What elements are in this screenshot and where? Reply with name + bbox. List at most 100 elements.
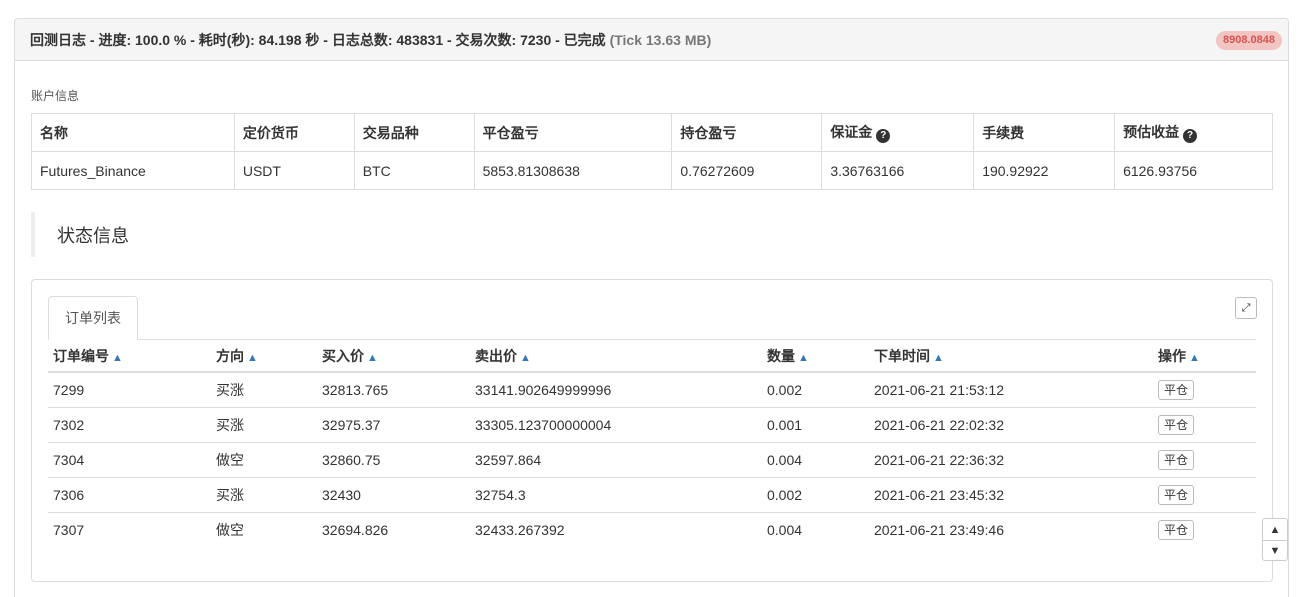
- chevron-up-icon[interactable]: ▲︎: [1263, 519, 1287, 540]
- close-position-button[interactable]: 平仓: [1158, 414, 1195, 435]
- cell-order-id: 7306: [48, 476, 211, 512]
- cell-sell-price: 32433.267392: [470, 511, 762, 547]
- close-position-button[interactable]: 平仓: [1158, 379, 1195, 400]
- cell-realized-pnl: 5853.81308638: [473, 151, 673, 190]
- col-name: 名称: [31, 113, 235, 152]
- col-estimated-profit: 预估收益?: [1114, 113, 1273, 152]
- col-order-id[interactable]: 订单编号 ▲︎: [48, 340, 211, 373]
- col-action-label: 操作: [1158, 347, 1186, 364]
- table-row: 7299 买涨 32813.765 33141.902649999996 0.0…: [48, 371, 1256, 407]
- sort-icon[interactable]: ▲︎: [798, 352, 809, 364]
- cell-position-pnl: 0.76272609: [671, 151, 823, 190]
- col-sell-price[interactable]: 卖出价 ▲︎: [470, 340, 762, 373]
- col-quantity[interactable]: 数量 ▲︎: [762, 340, 869, 373]
- col-position-pnl: 持仓盈亏: [671, 113, 823, 152]
- col-estimated-profit-label: 预估收益: [1123, 124, 1180, 140]
- sort-icon[interactable]: ▲︎: [1189, 352, 1200, 364]
- profit-badge: 8908.0848: [1216, 31, 1282, 50]
- backtest-summary: 回测日志 - 进度: 100.0 % - 耗时(秒): 84.198 秒 - 日…: [30, 31, 606, 48]
- close-position-button[interactable]: 平仓: [1158, 519, 1195, 540]
- cell-fee: 190.92922: [973, 151, 1116, 190]
- cell-direction: 做空: [211, 441, 317, 477]
- table-row: 7304 做空 32860.75 32597.864 0.004 2021-06…: [48, 441, 1256, 477]
- cell-direction: 买涨: [211, 476, 317, 512]
- panel-heading: 回测日志 - 进度: 100.0 % - 耗时(秒): 84.198 秒 - 日…: [15, 19, 1288, 61]
- sort-icon[interactable]: ▲︎: [367, 352, 378, 364]
- account-table: 名称 定价货币 交易品种 平仓盈亏 持仓盈亏 保证金? 手续费 预估收益? Fu…: [31, 113, 1273, 190]
- col-margin: 保证金?: [821, 113, 975, 152]
- cell-order-id: 7299: [48, 371, 211, 407]
- tick-size: (Tick 13.63 MB): [609, 31, 712, 48]
- sort-icon[interactable]: ▲︎: [933, 352, 944, 364]
- cell-action: 平仓: [1153, 371, 1256, 407]
- col-sell-price-label: 卖出价: [475, 347, 517, 364]
- backtest-log-panel: 回测日志 - 进度: 100.0 % - 耗时(秒): 84.198 秒 - 日…: [14, 18, 1289, 597]
- cell-order-id: 7304: [48, 441, 211, 477]
- sort-icon[interactable]: ▲︎: [247, 352, 258, 364]
- col-realized-pnl: 平仓盈亏: [473, 113, 673, 152]
- question-circle-icon[interactable]: ?: [876, 129, 891, 143]
- table-row: 7306 买涨 32430 32754.3 0.002 2021-06-21 2…: [48, 476, 1256, 512]
- col-buy-price[interactable]: 买入价 ▲︎: [317, 340, 470, 373]
- col-quote-currency: 定价货币: [233, 113, 355, 152]
- cell-order-time: 2021-06-21 23:49:46: [869, 511, 1153, 547]
- account-header-row: 名称 定价货币 交易品种 平仓盈亏 持仓盈亏 保证金? 手续费 预估收益?: [31, 113, 1273, 152]
- cell-sell-price: 32597.864: [470, 441, 762, 477]
- col-order-time-label: 下单时间: [874, 347, 930, 364]
- status-box: 订单列表 ⤢ 订单编号 ▲︎ 方向 ▲︎ 买入价 ▲︎ 卖出价 ▲︎ 数量 ▲︎ 下单时间…: [31, 279, 1273, 582]
- col-fee: 手续费: [973, 113, 1116, 152]
- col-action[interactable]: 操作 ▲︎: [1153, 340, 1256, 373]
- cell-buy-price: 32813.765: [317, 371, 470, 407]
- cell-order-time: 2021-06-21 22:36:32: [869, 441, 1153, 477]
- col-direction[interactable]: 方向 ▲︎: [211, 340, 317, 373]
- expand-icon[interactable]: ⤢: [1235, 297, 1257, 319]
- cell-direction: 买涨: [211, 371, 317, 407]
- cell-estimated-profit: 6126.93756: [1114, 151, 1273, 190]
- question-circle-icon[interactable]: ?: [1183, 129, 1198, 143]
- cell-action: 平仓: [1153, 511, 1256, 547]
- col-symbol: 交易品种: [353, 113, 475, 152]
- cell-action: 平仓: [1153, 441, 1256, 477]
- sort-icon[interactable]: ▲︎: [112, 352, 123, 364]
- cell-sell-price: 32754.3: [470, 476, 762, 512]
- cell-buy-price: 32694.826: [317, 511, 470, 547]
- cell-sell-price: 33141.902649999996: [470, 371, 762, 407]
- cell-direction: 买涨: [211, 406, 317, 442]
- cell-quantity: 0.002: [762, 371, 869, 407]
- col-order-time[interactable]: 下单时间 ▲︎: [869, 340, 1153, 373]
- sort-icon[interactable]: ▲︎: [520, 352, 531, 364]
- col-order-id-label: 订单编号: [53, 347, 109, 364]
- tab-bar: 订单列表: [48, 296, 1256, 340]
- cell-buy-price: 32975.37: [317, 406, 470, 442]
- cell-action: 平仓: [1153, 406, 1256, 442]
- cell-quantity: 0.001: [762, 406, 869, 442]
- cell-quote-currency: USDT: [233, 151, 355, 190]
- cell-order-time: 2021-06-21 23:45:32: [869, 476, 1153, 512]
- col-quantity-label: 数量: [767, 347, 795, 364]
- cell-quantity: 0.004: [762, 511, 869, 547]
- cell-buy-price: 32860.75: [317, 441, 470, 477]
- table-row: 7302 买涨 32975.37 33305.123700000004 0.00…: [48, 406, 1256, 442]
- cell-margin: 3.36763166: [821, 151, 975, 190]
- scroll-buttons: ▲︎ ▼︎: [1262, 518, 1288, 561]
- table-row: 7307 做空 32694.826 32433.267392 0.004 202…: [48, 511, 1256, 547]
- close-position-button[interactable]: 平仓: [1158, 484, 1195, 505]
- col-buy-price-label: 买入价: [322, 347, 364, 364]
- cell-symbol: BTC: [353, 151, 475, 190]
- col-direction-label: 方向: [216, 347, 244, 364]
- col-margin-label: 保证金: [830, 124, 873, 140]
- cell-order-id: 7307: [48, 511, 211, 547]
- cell-order-id: 7302: [48, 406, 211, 442]
- cell-buy-price: 32430: [317, 476, 470, 512]
- order-header-row: 订单编号 ▲︎ 方向 ▲︎ 买入价 ▲︎ 卖出价 ▲︎ 数量 ▲︎ 下单时间 ▲︎ 操作 ▲︎: [48, 340, 1256, 373]
- cell-quantity: 0.002: [762, 476, 869, 512]
- cell-order-time: 2021-06-21 21:53:12: [869, 371, 1153, 407]
- cell-action: 平仓: [1153, 476, 1256, 512]
- cell-quantity: 0.004: [762, 441, 869, 477]
- account-row: Futures_Binance USDT BTC 5853.81308638 0…: [31, 151, 1273, 190]
- close-position-button[interactable]: 平仓: [1158, 449, 1195, 470]
- cell-name: Futures_Binance: [31, 151, 235, 190]
- cell-direction: 做空: [211, 511, 317, 547]
- tab-order-list[interactable]: 订单列表: [48, 296, 138, 340]
- chevron-down-icon[interactable]: ▼︎: [1263, 540, 1287, 561]
